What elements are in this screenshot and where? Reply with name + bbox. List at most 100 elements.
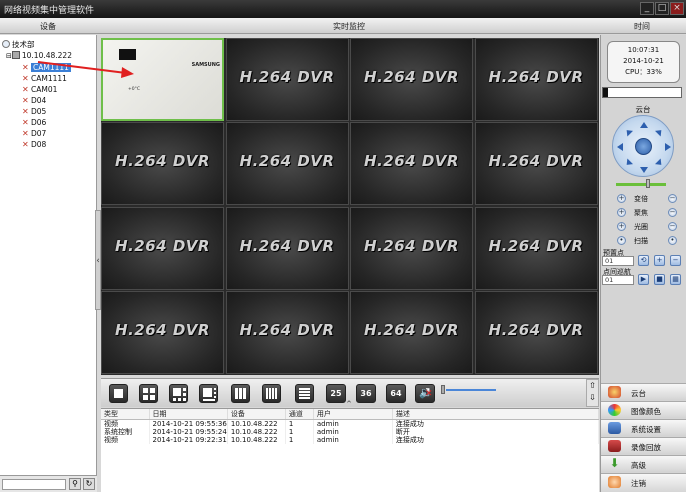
video-cell[interactable]: H.264 DVR — [225, 38, 349, 121]
layout-16-button[interactable] — [295, 384, 314, 403]
tree-cam-7[interactable]: ✕ D07 — [22, 128, 46, 139]
video-cell[interactable]: H.264 DVR — [225, 122, 349, 206]
mute-speaker-icon[interactable]: 🔈 ✕ — [419, 386, 433, 399]
video-cell-live[interactable]: SAMSUNG +0°C — [101, 38, 224, 121]
video-cell[interactable]: H.264 DVR — [101, 206, 224, 290]
cruise-play-icon[interactable]: ▶ — [638, 274, 649, 285]
camera-icon: ✕ — [22, 63, 29, 72]
layout-25-button[interactable]: 25 — [326, 384, 346, 403]
log-header-type[interactable]: 类型 — [101, 409, 150, 420]
preset-remove-icon[interactable]: − — [670, 255, 681, 266]
menu-advanced[interactable]: ⬇ 高级 — [601, 455, 686, 471]
log-header-device[interactable]: 设备 — [227, 409, 286, 420]
tree-cam-8[interactable]: ✕ D08 — [22, 139, 46, 150]
preset-select[interactable]: 01 — [602, 256, 634, 266]
volume-slider[interactable] — [446, 389, 496, 391]
iris-close-button[interactable]: − — [668, 222, 677, 231]
video-cell[interactable]: H.264 DVR — [474, 38, 598, 121]
zoom-out-button[interactable]: − — [668, 194, 677, 203]
layout-4-button[interactable] — [139, 384, 158, 403]
log-cell: 1 — [285, 428, 314, 436]
log-header-date[interactable]: 日期 — [149, 409, 228, 420]
log-cell: 10.10.48.222 — [227, 428, 286, 436]
video-cell[interactable]: H.264 DVR — [474, 290, 598, 374]
tree-search-input[interactable] — [2, 479, 66, 490]
layout-64-button[interactable]: 64 — [386, 384, 406, 403]
cruise-stop-icon[interactable]: ■ — [654, 274, 665, 285]
video-cell[interactable]: H.264 DVR — [350, 122, 473, 206]
video-cell[interactable]: H.264 DVR — [225, 206, 349, 290]
layout-1-button[interactable] — [109, 384, 128, 403]
menu-system-settings[interactable]: 系统设置 — [601, 419, 686, 435]
layout-8-button[interactable] — [199, 384, 218, 403]
video-cell[interactable]: H.264 DVR — [101, 290, 224, 374]
log-row[interactable]: 系统控制 2014-10-21 09:55:24 10.10.48.222 1 admi… — [101, 428, 600, 436]
layout-13-button[interactable] — [262, 384, 281, 403]
ptz-up-icon[interactable] — [640, 118, 648, 128]
video-cell[interactable]: H.264 DVR — [474, 206, 598, 290]
zoom-in-button[interactable]: + — [617, 194, 626, 203]
ptz-speed-slider[interactable] — [616, 183, 666, 186]
log-row[interactable]: 视频 2014-10-21 09:55:36 10.10.48.222 1 admin 连… — [101, 419, 600, 428]
iris-open-button[interactable]: + — [617, 222, 626, 231]
ptz-upleft-icon[interactable] — [620, 124, 634, 137]
close-button[interactable]: × — [670, 2, 684, 15]
ptz-right-icon[interactable] — [665, 143, 675, 151]
ptz-speed-thumb[interactable] — [646, 179, 650, 188]
log-cell: 连接成功 — [392, 419, 600, 428]
menu-playback[interactable]: 录像回放 — [601, 437, 686, 453]
log-row[interactable]: 视频 2014-10-21 09:22:31 10.10.48.222 1 admin 连… — [101, 436, 600, 444]
menu-image-color[interactable]: 图像颜色 — [601, 401, 686, 417]
ptz-upright-icon[interactable] — [654, 124, 668, 137]
log-cell: 10.10.48.222 — [227, 436, 286, 444]
minimize-button[interactable]: _ — [640, 2, 654, 15]
cruise-select[interactable]: 01 — [602, 275, 634, 285]
video-cell[interactable]: H.264 DVR — [225, 290, 349, 374]
log-header-channel[interactable]: 通道 — [285, 409, 314, 420]
menu-ptz[interactable]: 云台 — [601, 383, 686, 399]
cruise-grid-icon[interactable]: ▦ — [670, 274, 681, 285]
tree-root[interactable]: 技术部 — [2, 39, 35, 50]
scan-start-button[interactable]: • — [617, 236, 626, 245]
menu-logout[interactable]: 注销 — [601, 473, 686, 492]
search-icon[interactable]: ⚲ — [69, 478, 81, 490]
log-cell: 视频 — [101, 436, 150, 444]
video-cell[interactable]: H.264 DVR — [350, 206, 473, 290]
layout-36-button[interactable]: 36 — [356, 384, 376, 403]
layout-6-button[interactable] — [169, 384, 188, 403]
log-header-description[interactable]: 描述 — [392, 409, 600, 420]
ptz-down-icon[interactable] — [640, 167, 648, 177]
tree-cam-5[interactable]: ✕ D05 — [22, 106, 46, 117]
preset-call-icon[interactable]: ⟲ — [638, 255, 649, 266]
title-bar: 网络视频集中管理软件 _ □ × — [0, 0, 686, 18]
tree-cam-6[interactable]: ✕ D06 — [22, 117, 46, 128]
video-cell[interactable]: H.264 DVR — [474, 122, 598, 206]
maximize-button[interactable]: □ — [655, 2, 669, 15]
logout-icon — [608, 476, 621, 488]
video-cell[interactable]: H.264 DVR — [350, 290, 473, 374]
scan-stop-button[interactable]: • — [668, 236, 677, 245]
ptz-downleft-icon[interactable] — [620, 158, 634, 171]
refresh-icon[interactable]: ↻ — [83, 478, 95, 490]
no-signal-label: H.264 DVR — [488, 68, 584, 86]
live-overlay-text: SAMSUNG — [191, 62, 220, 68]
focus-out-button[interactable]: − — [668, 208, 677, 217]
tree-cam-3[interactable]: ✕ CAM01 — [22, 84, 57, 95]
tree-cam-4[interactable]: ✕ D04 — [22, 95, 46, 106]
log-cell: 视频 — [101, 419, 150, 428]
ptz-auto-button[interactable] — [635, 138, 652, 155]
volume-thumb[interactable] — [441, 385, 445, 394]
cam-label: D05 — [31, 107, 47, 116]
ptz-left-icon[interactable] — [613, 143, 623, 151]
tree-search-bar: ⚲ ↻ — [0, 475, 97, 492]
playback-icon — [608, 440, 621, 452]
layout-9-button[interactable] — [231, 384, 250, 403]
focus-in-button[interactable]: + — [617, 208, 626, 217]
preset-add-icon[interactable]: + — [654, 255, 665, 266]
log-cell: admin — [313, 428, 393, 436]
video-cell[interactable]: H.264 DVR — [350, 38, 473, 121]
log-header-user[interactable]: 用户 — [313, 409, 393, 420]
layout-scrollbar[interactable]: ⇧ ⇩ — [586, 379, 599, 407]
video-cell[interactable]: H.264 DVR — [101, 122, 224, 206]
camera-off-icon: ✕ — [22, 85, 29, 94]
